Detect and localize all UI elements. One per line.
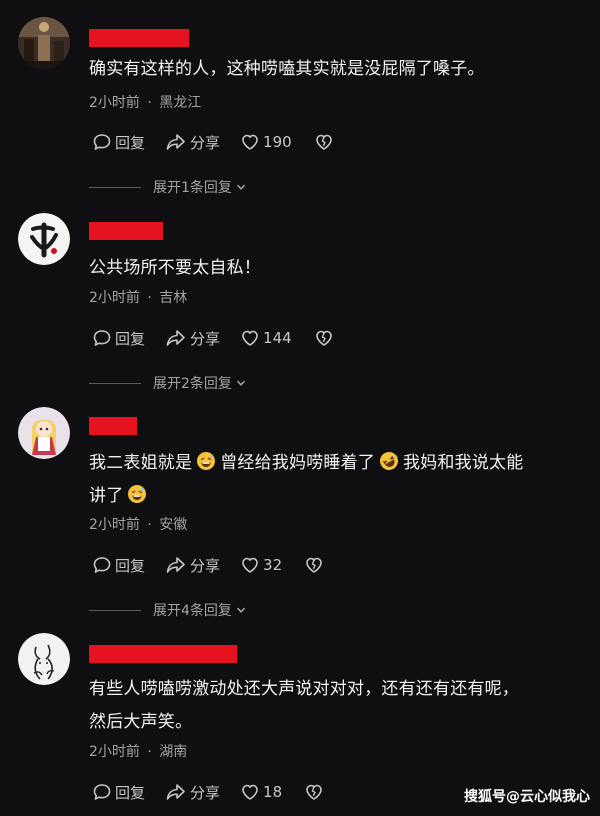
comment-meta: 2小时前 · 黑龙江 <box>89 92 201 112</box>
like-button[interactable]: 32 <box>240 555 282 575</box>
reply-button[interactable]: 回复 <box>92 555 145 576</box>
like-count: 18 <box>263 783 283 801</box>
reply-button[interactable]: 回复 <box>92 328 145 349</box>
share-button[interactable]: 分享 <box>165 328 220 349</box>
divider <box>89 382 141 384</box>
expand-replies-button[interactable]: 展开2条回复 <box>89 373 247 393</box>
action-bar: 回复 分享 144 <box>92 327 354 349</box>
share-arrow-icon <box>166 134 185 150</box>
broken-heart-icon <box>315 134 332 150</box>
reply-label: 回复 <box>115 556 146 575</box>
divider <box>89 186 141 188</box>
dislike-button[interactable] <box>304 555 324 575</box>
dislike-button[interactable] <box>314 328 334 348</box>
action-bar: 回复 分享 32 <box>92 554 344 576</box>
comment-time: 2小时前 <box>89 517 140 533</box>
heart-icon <box>242 330 258 346</box>
comment-time: 2小时前 <box>89 744 140 760</box>
comment-text-line: 有些人唠嗑唠激动处还大声说对对对，还有还有还有呢， <box>89 679 519 699</box>
speech-bubble-icon <box>93 784 111 800</box>
reply-label: 回复 <box>115 329 146 348</box>
speech-bubble-icon <box>93 557 111 573</box>
expand-replies-button[interactable]: 展开4条回复 <box>89 600 247 620</box>
dislike-button[interactable] <box>304 782 324 802</box>
dislike-button[interactable] <box>314 132 334 152</box>
comment-meta: 2小时前 · 安徽 <box>89 514 187 534</box>
comment-location: 吉林 <box>159 290 188 306</box>
share-button[interactable]: 分享 <box>165 782 220 803</box>
meta-separator: · <box>147 744 152 760</box>
speech-bubble-icon <box>93 134 111 150</box>
broken-heart-icon <box>306 784 322 800</box>
username-redacted <box>89 29 189 47</box>
share-button[interactable]: 分享 <box>165 555 220 576</box>
avatar[interactable] <box>18 407 70 459</box>
broken-heart-icon <box>306 557 322 573</box>
chevron-down-icon <box>236 380 245 386</box>
meta-separator: · <box>147 95 152 111</box>
heart-icon <box>242 557 258 573</box>
comment-location: 湖南 <box>159 744 188 760</box>
share-button[interactable]: 分享 <box>165 132 220 153</box>
comment-text: 公共场所不要太自私！ <box>89 258 261 278</box>
reply-button[interactable]: 回复 <box>92 132 145 153</box>
comment-location: 黑龙江 <box>159 95 202 111</box>
expand-replies-label: 展开4条回复 <box>153 603 232 619</box>
avatar[interactable] <box>18 213 70 265</box>
comment-text: 有些人唠嗑唠激动处还大声说对对对，还有还有还有呢， 然后大声笑。 <box>89 673 580 739</box>
comment-text-line: 然后大声笑。 <box>89 712 193 732</box>
like-count: 190 <box>263 133 292 151</box>
heart-icon <box>242 134 258 150</box>
like-count: 144 <box>263 329 292 347</box>
expand-replies-label: 展开1条回复 <box>153 180 232 196</box>
reply-label: 回复 <box>115 133 146 152</box>
share-arrow-icon <box>166 784 185 800</box>
share-label: 分享 <box>190 783 221 802</box>
watermark: 搜狐号@云心似我心 <box>464 789 590 805</box>
broken-heart-icon <box>315 330 332 346</box>
avatar[interactable] <box>18 17 70 69</box>
avatar[interactable] <box>18 633 70 685</box>
reply-label: 回复 <box>115 783 146 802</box>
comment-text-part: 我二表姐就是 <box>89 453 193 473</box>
like-button[interactable]: 190 <box>240 132 292 152</box>
comment-text: 确实有这样的人，这种唠嗑其实就是没屁隔了嗓子。 <box>89 59 485 79</box>
share-arrow-icon <box>166 330 185 346</box>
comment-meta: 2小时前 · 湖南 <box>89 741 187 761</box>
like-count: 32 <box>263 556 283 574</box>
like-button[interactable]: 18 <box>240 782 282 802</box>
heart-icon <box>242 784 258 800</box>
reply-button[interactable]: 回复 <box>92 782 145 803</box>
divider <box>89 609 141 611</box>
share-arrow-icon <box>166 557 185 573</box>
rofl-emoji-icon <box>380 452 399 470</box>
username-redacted <box>89 417 137 435</box>
comment-time: 2小时前 <box>89 290 140 306</box>
meta-separator: · <box>147 517 152 533</box>
grinning-sweat-emoji-icon <box>128 485 147 503</box>
share-label: 分享 <box>190 133 221 152</box>
expand-replies-button[interactable]: 展开1条回复 <box>89 177 247 197</box>
chevron-down-icon <box>236 184 245 190</box>
share-label: 分享 <box>190 556 221 575</box>
comment-text-part: 我妈和我说太能 <box>403 453 524 473</box>
like-button[interactable]: 144 <box>240 328 292 348</box>
share-label: 分享 <box>190 329 221 348</box>
chevron-down-icon <box>236 607 245 613</box>
comment-meta: 2小时前 · 吉林 <box>89 287 187 307</box>
comment-text-part: 曾经给我妈唠睡着了 <box>220 453 376 473</box>
comment-location: 安徽 <box>159 517 188 533</box>
meta-separator: · <box>147 290 152 306</box>
comment-time: 2小时前 <box>89 95 140 111</box>
expand-replies-label: 展开2条回复 <box>153 376 232 392</box>
comment-text: 我二表姐就是 曾经给我妈唠睡着了 我妈和我说太能讲了 <box>89 447 580 513</box>
comment-text-part: 讲了 <box>89 486 124 506</box>
action-bar: 回复 分享 190 <box>92 131 354 153</box>
username-redacted <box>89 222 163 240</box>
grinning-sweat-emoji-icon <box>197 452 216 470</box>
username-redacted <box>89 645 237 663</box>
speech-bubble-icon <box>93 330 111 346</box>
action-bar: 回复 分享 18 <box>92 781 344 803</box>
